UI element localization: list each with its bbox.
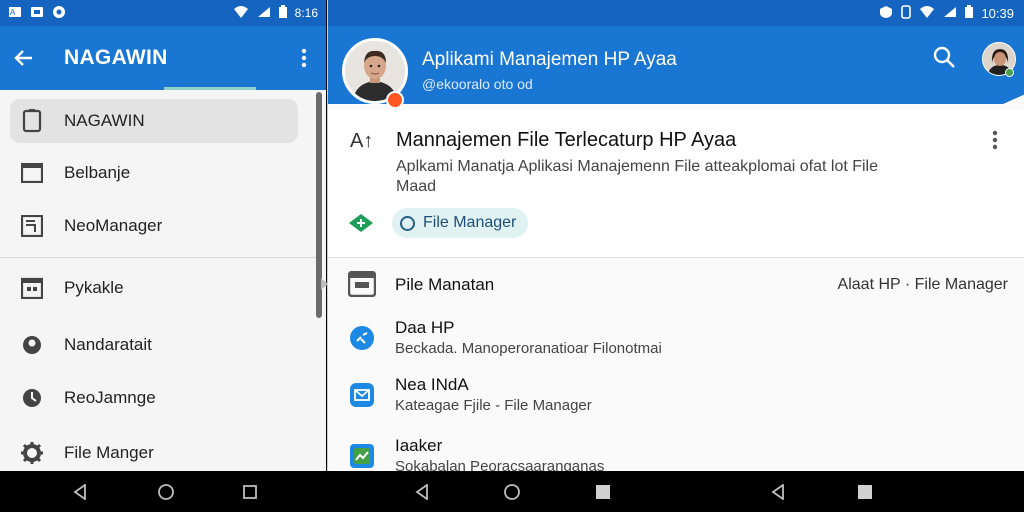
nav-item-label: NAGAWIN [64,111,145,130]
nav-item-nandaratait[interactable]: Nandaratait [10,323,298,367]
back-arrow-icon[interactable] [0,49,46,67]
calendar-icon [10,277,54,299]
header-subtitle: @ekooralo oto od [422,76,533,92]
back-nav-icon[interactable] [413,483,431,501]
left-app-title: NAGAWIN [64,46,168,69]
left-app-bar: NAGAWIN [0,26,326,90]
list-item-title: Daa HP [395,318,455,337]
recents-nav-icon[interactable] [856,483,874,501]
info-card: A↑ Mannajemen File Terlecaturp HP Ayaa A… [328,110,1024,258]
document-icon [10,215,54,237]
tablet-icon [10,109,54,133]
nav-item-label: File Manger [64,443,154,462]
mail-icon [348,381,376,409]
nav-item-label: ReoJamnge [64,388,156,407]
clock-icon [10,387,54,409]
file-manager-chip[interactable]: File Manager [392,208,529,238]
card-title: Mannajemen File Terlecaturp HP Ayaa [396,129,737,151]
list-item-subtitle: Kateagae Fjile - File Manager [395,397,592,414]
drive-icon [348,213,374,238]
battery-icon [965,5,974,21]
right-status-bar: 10:39 [328,0,1024,26]
nav-item-neomanager[interactable]: NeoManager [10,204,298,248]
list-item-subtitle: Sokabalan Peoracsaaranganas [395,458,605,471]
more-vert-icon[interactable] [282,48,326,68]
notification-icon: A [8,6,22,21]
right-pane: 10:39 Aplikami Manajemen HP Ayaa @ekoora… [327,0,1024,471]
list-item[interactable]: Iaaker Sokabalan Peoracsaaranganas [328,434,1024,471]
back-nav-icon[interactable] [71,483,89,501]
signal-icon [943,6,957,21]
back-nav-icon[interactable] [769,483,787,501]
sim-icon [901,4,912,22]
list-item[interactable]: Daa HP Beckada. Manoperoranatioar Filono… [328,316,1024,372]
status-dot [386,91,404,109]
section-divider [328,257,1024,258]
image-notification-icon [30,6,44,21]
location-pin-icon [10,334,54,356]
nav-item-file-manger[interactable]: File Manger [10,431,298,471]
list-item-title: Iaaker [395,436,443,455]
status-time: 10:39 [981,5,1014,21]
online-dot [1005,68,1014,77]
battery-icon [278,5,287,21]
home-nav-icon[interactable] [157,483,175,501]
nav-item-label: Nandaratait [64,335,152,354]
left-status-bar: A 8:16 [0,0,326,26]
more-vert-icon[interactable] [992,130,998,155]
list-item-title: Nea INdA [395,375,469,394]
nav-item-nagawin[interactable]: NAGAWIN [10,99,298,143]
folder-icon [348,270,376,298]
svg-text:A: A [10,8,16,17]
list-item-trailing: Alaat HP · File Manager [837,276,1008,293]
list-item-title: Pile Manatan [395,275,495,294]
share-icon [348,324,376,352]
recents-nav-icon[interactable] [594,483,612,501]
status-time: 8:16 [294,6,318,20]
recents-nav-icon[interactable] [241,483,259,501]
left-pane: A 8:16 NAGAWIN NAGAWIN Belbanje NeoManag… [0,0,326,471]
photo-icon [348,442,376,470]
nav-item-label: Pykakle [64,278,124,297]
nav-item-label: NeoManager [64,216,163,235]
search-icon[interactable] [933,46,955,73]
nav-item-reojamnge[interactable]: ReoJamnge [10,376,298,420]
wifi-icon [233,5,249,21]
header-title: Aplikami Manajemen HP Ayaa [422,49,677,70]
nav-item-label: Belbanje [64,163,131,182]
nav-item-pykakle[interactable]: Pykakle [10,266,298,310]
drawer-divider [0,257,316,258]
nav-drawer-list: NAGAWIN Belbanje NeoManager Pykakle Nand… [0,90,316,471]
gear-icon [10,442,54,464]
card-description: Aplkami Manatja Aplikasi Manajemenn File… [396,158,879,195]
wifi-icon [919,5,935,21]
nav-item-belbanje[interactable]: Belbanje [10,151,298,195]
shield-notification-icon [52,5,66,22]
home-nav-icon[interactable] [503,483,521,501]
shield-status-icon [879,5,893,22]
window-icon [10,163,54,183]
text-format-icon: A↑ [350,130,374,152]
signal-icon [257,6,271,21]
list-item[interactable]: Pile Manatan Alaat HP · File Manager [328,264,1024,320]
list-item[interactable]: Nea INdA Kateagae Fjile - File Manager [328,373,1024,429]
chip-icon [400,215,415,231]
chip-label: File Manager [423,214,517,231]
list-item-subtitle: Beckada. Manoperoranatioar Filonotmai [395,340,662,357]
system-navigation-bar [0,471,1024,512]
